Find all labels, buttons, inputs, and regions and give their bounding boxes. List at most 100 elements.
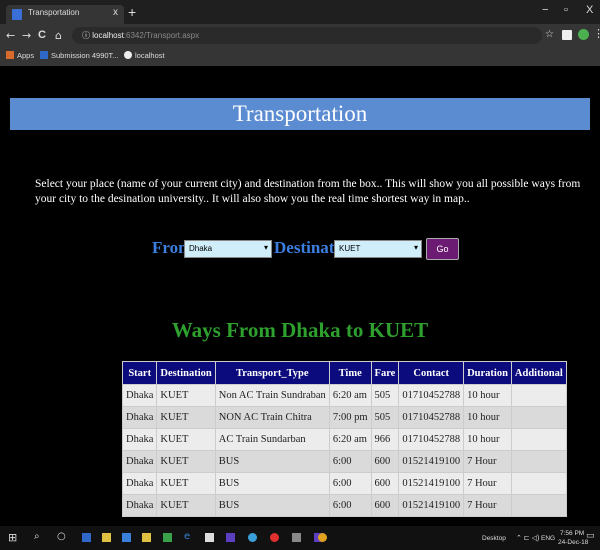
app-icon[interactable] <box>122 533 131 542</box>
column-header: Start <box>121 361 158 385</box>
table-row: Dhaka KUET Non AC Train Sundraban 6:20 a… <box>121 384 567 407</box>
bookmarks-bar: Apps Submission 4990T... localhost <box>0 48 600 66</box>
column-header: Additional <box>510 361 567 385</box>
from-select[interactable]: Dhaka ▾ <box>184 240 272 258</box>
page-title: Transportation <box>232 101 368 126</box>
cell-fare: 505 <box>370 406 400 429</box>
tab-title: Transportation <box>28 8 80 17</box>
mail-icon[interactable] <box>205 533 214 542</box>
app-icon[interactable] <box>82 533 91 542</box>
clock-time[interactable]: 7:56 PM <box>560 530 584 537</box>
column-header: Transport_Type <box>214 361 330 385</box>
cell-start: Dhaka <box>121 384 158 407</box>
column-header: Destination <box>156 361 216 385</box>
maximize-icon[interactable]: ▫ <box>564 4 568 16</box>
edge-browser-icon[interactable]: e <box>184 531 190 542</box>
cell-transport-type: AC Train Sundarban <box>214 428 330 451</box>
cell-fare: 600 <box>370 450 400 473</box>
table-header-row: Start Destination Transport_Type Time Fa… <box>121 361 567 385</box>
cell-transport-type: BUS <box>214 472 330 495</box>
bookmark-star-icon[interactable]: ☆ <box>545 29 554 40</box>
cell-start: Dhaka <box>121 406 158 429</box>
bookmark-localhost[interactable]: localhost <box>124 51 165 60</box>
bookmark-favicon-icon <box>40 51 48 59</box>
browser-tab[interactable]: Transportation x <box>6 5 124 24</box>
taskbar: ⊞ ⌕ ○ e Desktop ⌃ ⊏ ◁) ENG 7:56 PM 24-De… <box>0 526 600 550</box>
cell-contact: 01521419100 <box>398 472 465 495</box>
cell-time: 6:00 <box>328 450 372 473</box>
desktop-toolbar-label[interactable]: Desktop <box>482 535 506 542</box>
destination-selected-value: KUET <box>339 244 361 253</box>
forward-icon[interactable]: → <box>22 29 31 42</box>
globe-icon <box>124 51 132 59</box>
file-explorer-icon[interactable] <box>102 533 111 542</box>
back-icon[interactable]: ← <box>6 29 15 42</box>
column-header: Fare <box>370 361 400 385</box>
table-row: Dhaka KUET BUS 6:00 600 01521419100 7 Ho… <box>121 494 567 517</box>
bookmark-apps[interactable]: Apps <box>6 51 34 60</box>
terminal-icon[interactable] <box>292 533 301 542</box>
reload-icon[interactable]: C <box>38 29 46 41</box>
cell-destination: KUET <box>156 428 216 451</box>
windows-icon[interactable]: ⊞ <box>8 531 17 544</box>
chevron-down-icon: ▾ <box>413 243 418 252</box>
clock-date[interactable]: 24-Dec-18 <box>558 539 588 546</box>
cell-additional <box>510 406 567 429</box>
app-icon[interactable] <box>163 533 172 542</box>
cell-contact: 01710452788 <box>398 406 465 429</box>
cell-additional <box>510 384 567 407</box>
destination-select[interactable]: KUET ▾ <box>334 240 422 258</box>
page-favicon-icon <box>12 9 22 20</box>
cell-time: 6:00 <box>328 494 372 517</box>
address-bar: ← → C ⌂ ⓘ localhost:6342/Transport.aspx … <box>0 24 600 48</box>
url-text: ⓘ localhost:6342/Transport.aspx <box>82 31 200 40</box>
cell-transport-type: BUS <box>214 450 330 473</box>
cell-duration: 7 Hour <box>463 472 512 495</box>
go-button[interactable]: Go <box>426 238 459 260</box>
table-row: Dhaka KUET NON AC Train Chitra 7:00 pm 5… <box>121 406 567 429</box>
close-window-icon[interactable]: X <box>586 4 593 16</box>
from-selected-value: Dhaka <box>189 244 213 253</box>
system-tray-icons[interactable]: ⌃ ⊏ ◁) <box>516 534 539 542</box>
cell-duration: 7 Hour <box>463 494 512 517</box>
chrome-icon[interactable] <box>318 533 327 542</box>
cell-contact: 01521419100 <box>398 494 465 517</box>
browser-menu-icon[interactable]: ⋮ <box>593 27 600 40</box>
cell-time: 7:00 pm <box>328 406 372 429</box>
cell-contact: 01521419100 <box>398 450 465 473</box>
url-input[interactable]: ⓘ localhost:6342/Transport.aspx <box>72 27 542 44</box>
language-indicator[interactable]: ENG <box>541 535 555 542</box>
store-icon[interactable] <box>142 533 151 542</box>
bookmark-submission[interactable]: Submission 4990T... <box>40 51 119 60</box>
profile-avatar-icon[interactable] <box>578 29 589 40</box>
minimize-icon[interactable]: − <box>542 4 548 16</box>
table-row: Dhaka KUET AC Train Sundarban 6:20 am 96… <box>121 428 567 451</box>
cell-start: Dhaka <box>121 428 158 451</box>
column-header: Contact <box>398 361 465 385</box>
cell-contact: 01710452788 <box>398 384 465 407</box>
table-row: Dhaka KUET BUS 6:00 600 01521419100 7 Ho… <box>121 472 567 495</box>
cell-fare: 505 <box>370 384 400 407</box>
opera-icon[interactable] <box>270 533 279 542</box>
visual-studio-icon[interactable] <box>226 533 235 542</box>
new-tab-icon[interactable]: + <box>128 4 136 20</box>
cell-start: Dhaka <box>121 494 158 517</box>
search-icon[interactable]: ⌕ <box>34 531 40 542</box>
close-tab-icon[interactable]: x <box>113 7 118 18</box>
app-icon[interactable] <box>248 533 257 542</box>
home-icon[interactable]: ⌂ <box>55 29 62 42</box>
task-view-icon[interactable]: ○ <box>57 531 66 542</box>
extension-icon[interactable] <box>562 30 572 40</box>
notifications-icon[interactable]: ▭ <box>586 531 595 541</box>
cell-fare: 600 <box>370 494 400 517</box>
cell-duration: 10 hour <box>463 428 512 451</box>
ways-title: Ways From Dhaka to KUET <box>171 318 429 342</box>
cell-start: Dhaka <box>121 472 158 495</box>
cell-time: 6:20 am <box>328 384 372 407</box>
table-row: Dhaka KUET BUS 6:00 600 01521419100 7 Ho… <box>121 450 567 473</box>
intro-text: Select your place (name of your current … <box>35 178 581 205</box>
cell-fare: 966 <box>370 428 400 451</box>
cell-destination: KUET <box>156 494 216 517</box>
cell-transport-type: NON AC Train Chitra <box>214 406 330 429</box>
cell-additional <box>510 494 567 517</box>
